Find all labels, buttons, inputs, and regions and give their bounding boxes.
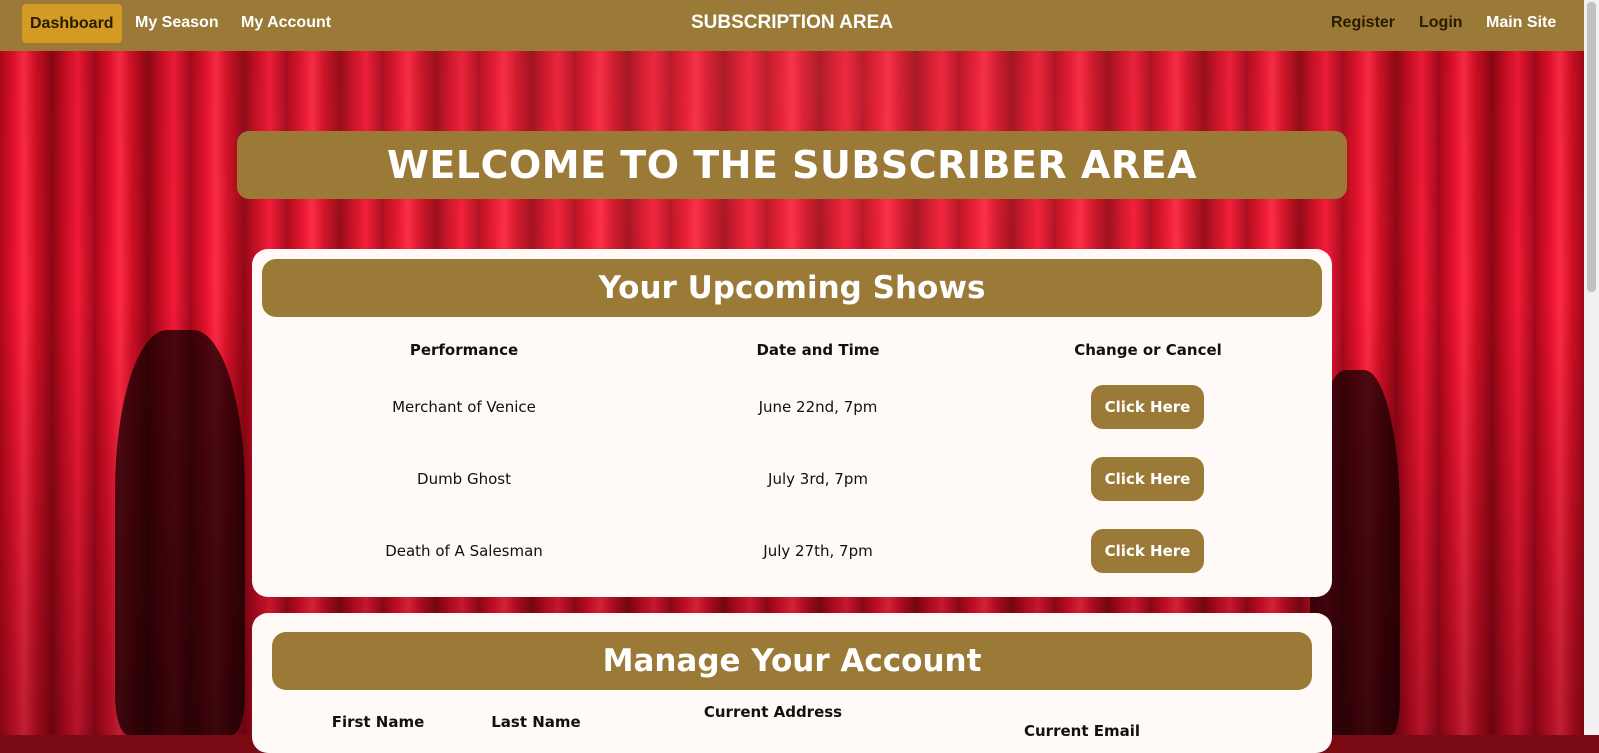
change-cancel-button[interactable]: Click Here: [1091, 529, 1204, 573]
col-first-name: First Name: [331, 713, 425, 731]
show-date: July 27th, 7pm: [763, 542, 873, 560]
nav-register[interactable]: Register: [1331, 0, 1395, 46]
nav-login[interactable]: Login: [1419, 0, 1463, 46]
welcome-banner: WELCOME TO THE SUBSCRIBER AREA: [237, 131, 1347, 199]
nav-main-site[interactable]: Main Site: [1486, 0, 1556, 46]
nav-my-season[interactable]: My Season: [135, 0, 219, 46]
show-title: Merchant of Venice: [392, 398, 536, 416]
show-date: June 22nd, 7pm: [758, 398, 878, 416]
change-cancel-button[interactable]: Click Here: [1091, 457, 1204, 501]
page-scrollbar[interactable]: [1584, 0, 1599, 735]
upcoming-shows-heading: Your Upcoming Shows: [262, 259, 1322, 317]
col-date-time: Date and Time: [756, 341, 880, 359]
manage-account-heading: Manage Your Account: [272, 632, 1312, 690]
scrollbar-thumb[interactable]: [1587, 2, 1596, 292]
upcoming-shows-card: Your Upcoming Shows Performance Date and…: [252, 249, 1332, 597]
top-navbar: SUBSCRIPTION AREA Dashboard My Season My…: [0, 0, 1584, 51]
col-current-email: Current Email: [1023, 722, 1140, 740]
change-cancel-button[interactable]: Click Here: [1091, 385, 1204, 429]
show-date: July 3rd, 7pm: [768, 470, 868, 488]
show-title: Dumb Ghost: [417, 470, 511, 488]
col-performance: Performance: [409, 341, 519, 359]
show-title: Death of A Salesman: [385, 542, 543, 560]
col-last-name: Last Name: [491, 713, 581, 731]
nav-dashboard[interactable]: Dashboard: [22, 4, 122, 43]
manage-account-card: Manage Your Account First Name Last Name…: [252, 613, 1332, 753]
col-current-address: Current Address: [703, 703, 843, 721]
col-change-cancel: Change or Cancel: [1074, 341, 1222, 359]
nav-my-account[interactable]: My Account: [241, 0, 331, 46]
